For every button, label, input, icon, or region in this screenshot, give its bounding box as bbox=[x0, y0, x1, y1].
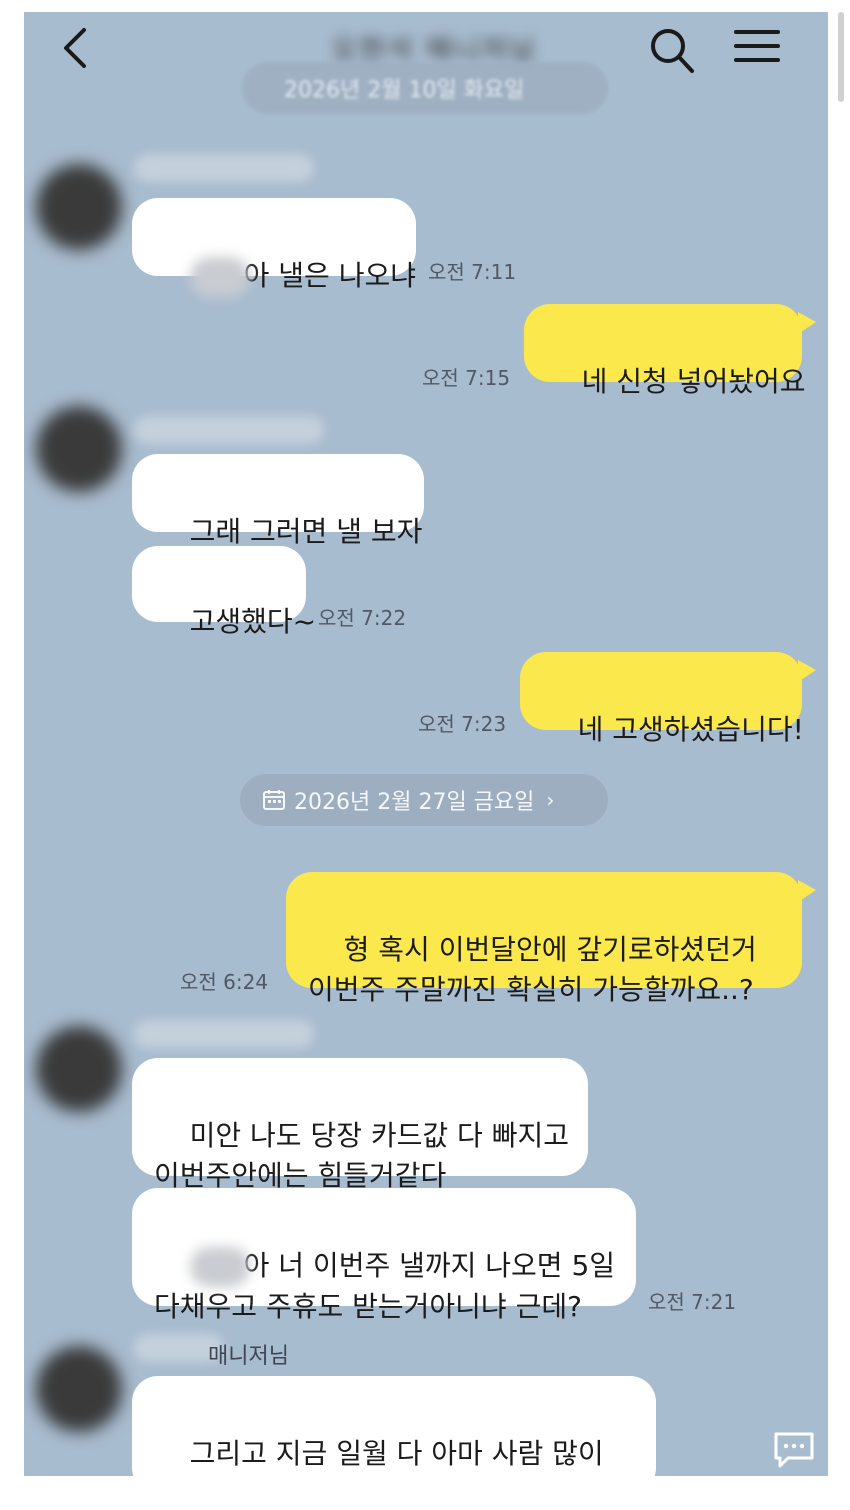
scrollbar[interactable] bbox=[838, 12, 844, 102]
sender-name bbox=[134, 154, 314, 182]
message-time: 오전 7:15 bbox=[422, 366, 511, 390]
bubble-tail bbox=[798, 660, 816, 682]
bubble-tail bbox=[798, 880, 816, 902]
message-bubble-outgoing[interactable]: 형 혹시 이번달안에 갚기로하셨던거 이번주 주말까진 확실히 가능할까요..? bbox=[286, 872, 802, 1006]
hamburger-menu-icon[interactable] bbox=[732, 26, 782, 66]
message-bubble-incoming[interactable]: 그리고 지금 일월 다 아마 사람 많이 뽑을 예정이라 이틀 다 나가면 공휴… bbox=[132, 1376, 656, 1476]
message-bubble-incoming[interactable]: 고생했다~ bbox=[132, 546, 316, 638]
chat-title: 오현석 매니저님 bbox=[331, 33, 537, 66]
date-divider-label: 2026년 2월 27일 금요일 bbox=[294, 790, 535, 815]
redacted-name bbox=[189, 257, 250, 297]
message-time: 오전 6:24 bbox=[180, 970, 269, 994]
message-time: 오전 7:23 bbox=[418, 712, 507, 736]
message-text: 형 혹시 이번달안에 갚기로하셨던거 이번주 주말까진 확실히 가능할까요..? bbox=[308, 933, 757, 1006]
message-bubble-incoming[interactable]: 미안 나도 당장 카드값 다 빠지고 이번주안에는 힘들거같다 bbox=[132, 1058, 588, 1192]
message-text: 그리고 지금 일월 다 아마 사람 많이 뽑을 예정이라 이틀 다 나가면 공휴… bbox=[189, 1437, 604, 1470]
message-time: 오전 7:11 bbox=[428, 260, 517, 284]
avatar[interactable] bbox=[36, 1346, 122, 1432]
message-text: 네 신청 넣어놨어요 bbox=[581, 365, 806, 398]
message-bubble-incoming[interactable]: 아 너 이번주 낼까지 나오면 5일 다채우고 주휴도 받는거아니냐 근데? bbox=[132, 1188, 636, 1323]
chevron-right-icon: › bbox=[546, 788, 555, 812]
bubble-tail bbox=[798, 312, 816, 334]
date-divider-top-label: 2026년 2월 10일 화요일 bbox=[284, 78, 525, 103]
message-time: 오전 7:21 bbox=[648, 1290, 737, 1314]
chat-screen: 오현석 매니저님 2026년 2월 10일 화요일 아 낼은 나오냐 오전 7:… bbox=[24, 12, 828, 1476]
chat-bubble-icon[interactable] bbox=[772, 1430, 816, 1470]
redacted-name bbox=[189, 1247, 250, 1287]
avatar[interactable] bbox=[36, 164, 122, 250]
message-text: 아 낼은 나오냐 bbox=[243, 259, 416, 292]
message-text: 그래 그러면 낼 보자 bbox=[189, 515, 423, 548]
chevron-left-icon[interactable] bbox=[56, 24, 96, 72]
sender-name bbox=[134, 1020, 314, 1048]
message-bubble-incoming[interactable]: 아 낼은 나오냐 bbox=[132, 198, 416, 297]
message-text: 네 고생하셨습니다! bbox=[577, 713, 804, 746]
search-icon[interactable] bbox=[648, 26, 696, 76]
message-text: 고생했다~ bbox=[189, 605, 317, 638]
message-bubble-outgoing[interactable]: 네 신청 넣어놨어요 bbox=[524, 304, 806, 398]
date-divider[interactable]: 2026년 2월 27일 금요일 › bbox=[240, 774, 608, 826]
avatar[interactable] bbox=[36, 406, 122, 492]
calendar-icon bbox=[263, 790, 285, 810]
message-time: 오전 7:22 bbox=[318, 606, 407, 630]
sender-name bbox=[134, 416, 324, 444]
message-bubble-incoming[interactable]: 그래 그러면 낼 보자 bbox=[132, 454, 424, 548]
avatar[interactable] bbox=[36, 1026, 122, 1112]
date-divider-top[interactable]: 2026년 2월 10일 화요일 bbox=[242, 62, 608, 114]
sender-name-fragment: 매니저님 bbox=[208, 1344, 289, 1369]
message-bubble-outgoing[interactable]: 네 고생하셨습니다! bbox=[520, 652, 804, 746]
message-text: 미안 나도 당장 카드값 다 빠지고 이번주안에는 힘들거같다 bbox=[154, 1119, 569, 1192]
